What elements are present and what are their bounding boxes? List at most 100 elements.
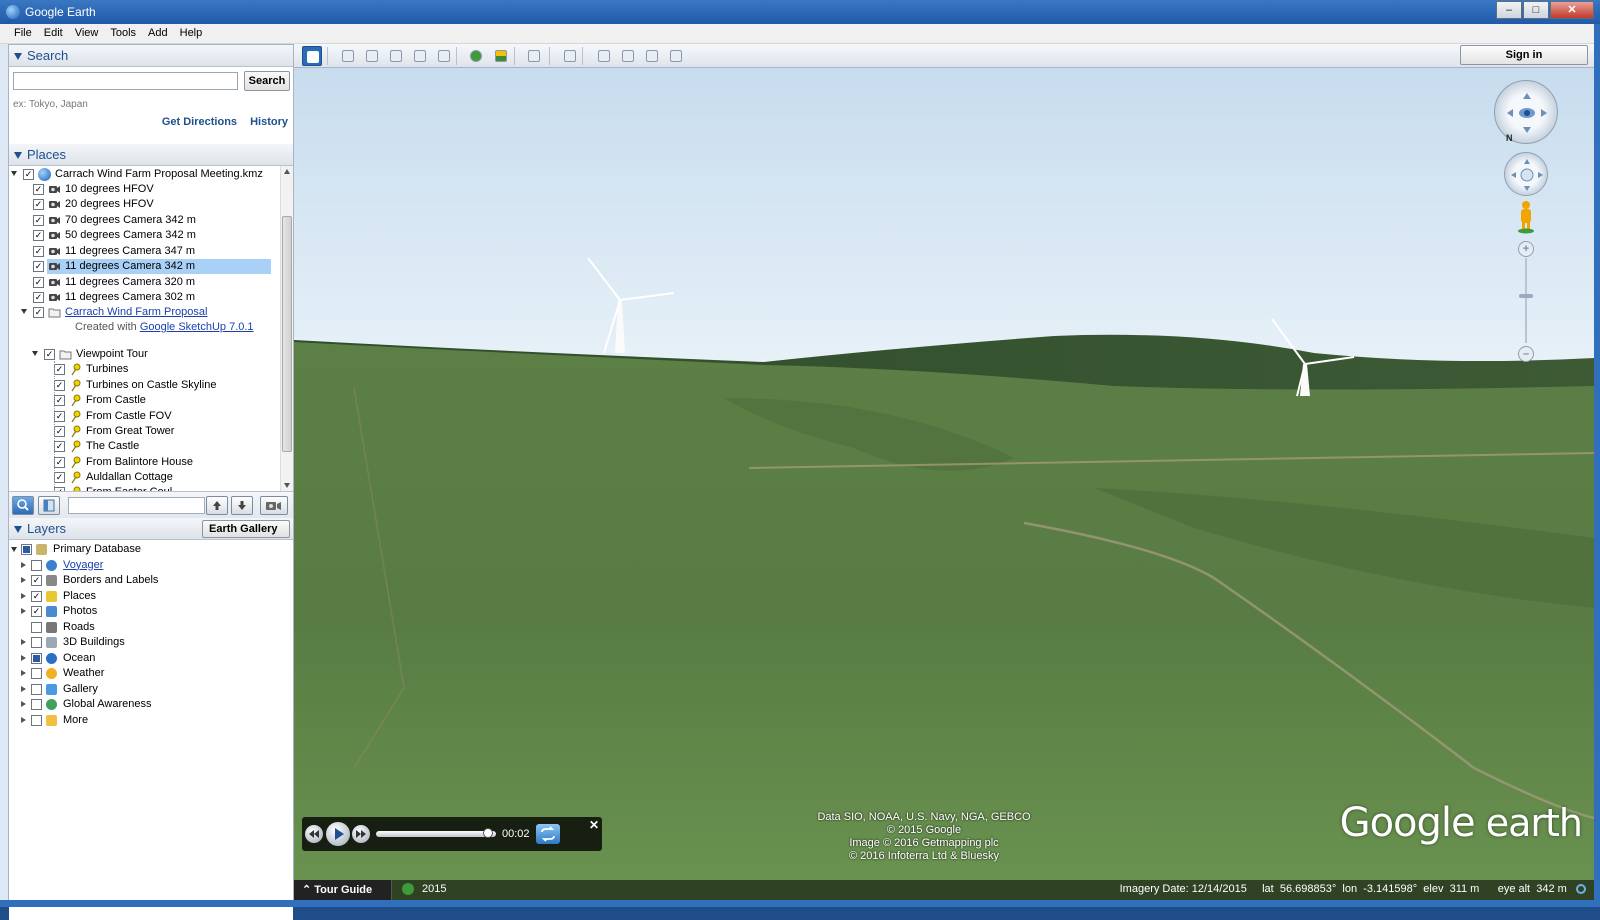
- expand-triangle-icon[interactable]: [21, 577, 26, 583]
- visibility-checkbox[interactable]: ✓: [33, 199, 44, 210]
- layer-checkbox[interactable]: [31, 637, 42, 648]
- expand-triangle-icon[interactable]: [21, 592, 26, 599]
- rewind-button[interactable]: [305, 825, 323, 843]
- places-item[interactable]: ✓ 50 degrees Camera 342 m: [33, 228, 271, 243]
- places-item[interactable]: ✓ From Balintore House: [54, 455, 271, 470]
- tour-close-button[interactable]: ✕: [589, 818, 599, 832]
- places-scrollbar[interactable]: [280, 166, 293, 491]
- visibility-checkbox[interactable]: ✓: [54, 395, 65, 406]
- layer-checkbox[interactable]: ✓: [31, 575, 42, 586]
- close-button[interactable]: ✕: [1550, 1, 1594, 19]
- move-down-button[interactable]: [231, 496, 253, 515]
- scroll-up-arrow-icon[interactable]: [284, 169, 290, 174]
- places-search-toggle-button[interactable]: [12, 496, 34, 515]
- visibility-checkbox[interactable]: ✓: [44, 349, 55, 360]
- print-button[interactable]: [618, 46, 638, 66]
- layer-checkbox[interactable]: ✓: [31, 590, 42, 602]
- email-button[interactable]: [594, 46, 614, 66]
- layer-checkbox[interactable]: [31, 714, 42, 726]
- sunlight-button[interactable]: [491, 46, 511, 66]
- layer-checkbox[interactable]: [21, 544, 32, 555]
- places-item[interactable]: ✓ The Castle: [54, 439, 271, 454]
- tour-progress-slider[interactable]: [376, 828, 496, 838]
- menu-tools[interactable]: Tools: [104, 24, 142, 43]
- zoom-out-button[interactable]: –: [1518, 346, 1534, 362]
- search-input[interactable]: [13, 72, 238, 90]
- image-overlay-button[interactable]: [410, 46, 430, 66]
- places-item[interactable]: ✓ Carrach Wind Farm Proposal Meeting.kmz: [11, 167, 271, 182]
- historical-imagery-button[interactable]: [466, 46, 486, 66]
- record-tour-button[interactable]: [434, 46, 454, 66]
- placemark-button[interactable]: [338, 46, 358, 66]
- menu-view[interactable]: View: [69, 24, 105, 43]
- visibility-checkbox[interactable]: ✓: [33, 307, 44, 318]
- history-link[interactable]: History: [250, 116, 288, 128]
- places-panel-header[interactable]: Places: [9, 144, 293, 166]
- visibility-checkbox[interactable]: ✓: [33, 184, 44, 195]
- places-item[interactable]: ✓ 70 degrees Camera 342 m: [33, 213, 271, 228]
- play-button[interactable]: [326, 822, 350, 846]
- planets-button[interactable]: [524, 46, 544, 66]
- layer-checkbox[interactable]: [31, 559, 42, 571]
- menu-edit[interactable]: Edit: [38, 24, 69, 43]
- visibility-checkbox[interactable]: ✓: [33, 215, 44, 226]
- fast-forward-button[interactable]: [352, 825, 370, 843]
- visibility-checkbox[interactable]: ✓: [23, 169, 34, 180]
- layers-panel-header[interactable]: Layers Earth Gallery »: [9, 518, 293, 551]
- places-item[interactable]: ✓ Viewpoint Tour: [32, 347, 271, 362]
- move-joystick[interactable]: [1504, 152, 1548, 196]
- north-indicator[interactable]: N: [1506, 133, 1513, 143]
- expand-triangle-icon[interactable]: [21, 701, 26, 707]
- visibility-checkbox[interactable]: ✓: [54, 441, 65, 452]
- visibility-checkbox[interactable]: ✓: [33, 292, 44, 303]
- search-button[interactable]: Search: [244, 71, 290, 91]
- earth-gallery-button[interactable]: Earth Gallery »: [202, 520, 290, 551]
- zoom-slider-knob[interactable]: [1519, 294, 1533, 298]
- polygon-button[interactable]: [362, 46, 382, 66]
- expand-triangle-icon[interactable]: [21, 685, 26, 692]
- tour-guide-button[interactable]: ⌃ Tour Guide: [294, 880, 392, 900]
- visibility-checkbox[interactable]: ✓: [33, 261, 44, 272]
- places-item[interactable]: ✓ From Castle: [54, 393, 271, 408]
- places-item[interactable]: ✓ From Castle FOV: [54, 409, 271, 424]
- expand-triangle-icon[interactable]: [21, 716, 26, 723]
- maps-button[interactable]: [666, 46, 686, 66]
- layer-checkbox[interactable]: [31, 699, 42, 710]
- expand-triangle-icon[interactable]: [21, 639, 26, 645]
- places-panel-toggle-button[interactable]: [38, 496, 60, 515]
- layer-checkbox[interactable]: ✓: [31, 606, 42, 617]
- search-panel-header[interactable]: Search: [9, 45, 293, 67]
- zoom-in-button[interactable]: +: [1518, 241, 1534, 257]
- expand-triangle-icon[interactable]: [11, 547, 17, 552]
- loop-button[interactable]: [536, 824, 560, 844]
- expand-triangle-icon[interactable]: [11, 171, 17, 176]
- places-item[interactable]: ✓ Auldallan Cottage: [54, 470, 271, 485]
- expand-triangle-icon[interactable]: [32, 351, 38, 356]
- scrollbar-thumb[interactable]: [282, 216, 292, 452]
- expand-triangle-icon[interactable]: [21, 654, 26, 661]
- visibility-checkbox[interactable]: ✓: [33, 277, 44, 288]
- menu-help[interactable]: Help: [174, 24, 209, 43]
- visibility-checkbox[interactable]: ✓: [54, 472, 65, 483]
- menu-add[interactable]: Add: [142, 24, 174, 43]
- places-item[interactable]: ✓ Turbines: [54, 362, 271, 377]
- earth-3d-view[interactable]: N + – 00:02 ✕ Data SIO, NOAA, U.S. Navy,…: [294, 68, 1594, 900]
- places-item[interactable]: ✓ 11 degrees Camera 347 m: [33, 244, 271, 259]
- places-item[interactable]: ✓ 11 degrees Camera 320 m: [33, 275, 271, 290]
- places-item[interactable]: ✓ 10 degrees HFOV: [33, 182, 271, 197]
- visibility-checkbox[interactable]: ✓: [54, 426, 65, 437]
- zoom-slider-track[interactable]: [1525, 258, 1527, 343]
- ruler-button[interactable]: [560, 46, 580, 66]
- places-item[interactable]: ✓ Turbines on Castle Skyline: [54, 378, 271, 393]
- play-tour-button[interactable]: [260, 496, 288, 515]
- layer-checkbox[interactable]: [31, 621, 42, 633]
- minimize-button[interactable]: –: [1496, 1, 1522, 19]
- places-item[interactable]: ✓ 11 degrees Camera 302 m: [33, 290, 271, 305]
- expand-triangle-icon[interactable]: [21, 670, 26, 676]
- places-item[interactable]: ✓ From Great Tower: [54, 424, 271, 439]
- save-image-button[interactable]: [642, 46, 662, 66]
- layer-checkbox[interactable]: [31, 683, 42, 695]
- visibility-checkbox[interactable]: ✓: [54, 364, 65, 375]
- scroll-down-arrow-icon[interactable]: [284, 483, 290, 488]
- sidebar-toggle-button[interactable]: [302, 46, 322, 66]
